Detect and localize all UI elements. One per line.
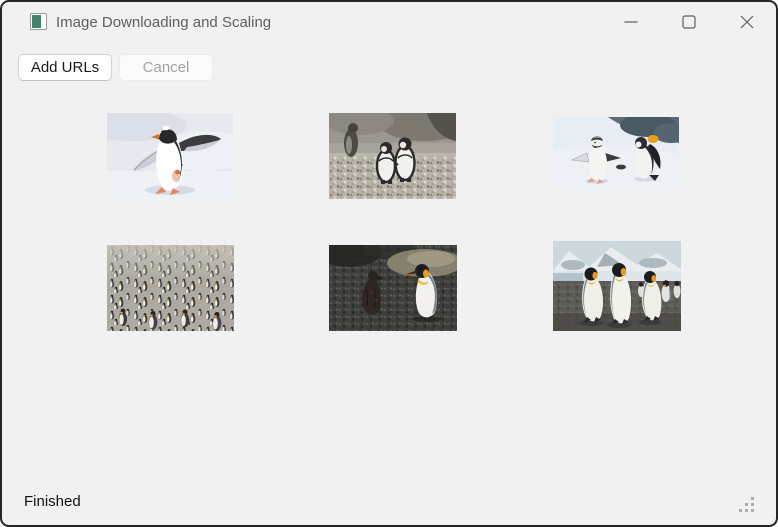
penguin-colony-illustration bbox=[107, 245, 234, 331]
status-text: Finished bbox=[24, 493, 81, 510]
resize-grip-icon bbox=[739, 497, 755, 513]
maximize-icon bbox=[682, 15, 696, 29]
image-thumbnail-gentoo bbox=[107, 113, 233, 199]
image-thumbnail-penguin-colony bbox=[107, 245, 234, 331]
minimize-icon bbox=[624, 15, 638, 29]
gentoo-penguin-illustration bbox=[107, 113, 233, 199]
close-button[interactable] bbox=[718, 2, 776, 42]
image-thumbnail-penguin-and-chick bbox=[329, 245, 457, 331]
minimize-button[interactable] bbox=[602, 2, 660, 42]
image-thumbnail-chinstrap-penguins bbox=[553, 117, 679, 190]
app-icon bbox=[30, 13, 47, 30]
add-urls-button[interactable]: Add URLs bbox=[18, 54, 112, 81]
resize-grip[interactable] bbox=[739, 497, 755, 513]
maximize-button[interactable] bbox=[660, 2, 718, 42]
cancel-button[interactable]: Cancel bbox=[119, 54, 213, 81]
african-penguins-illustration bbox=[329, 113, 456, 199]
window-title: Image Downloading and Scaling bbox=[56, 2, 271, 42]
penguins-on-beach-illustration bbox=[553, 241, 681, 331]
close-icon bbox=[740, 15, 754, 29]
window-controls bbox=[602, 2, 776, 42]
chinstrap-penguins-illustration bbox=[553, 117, 679, 190]
image-thumbnail-penguins-on-beach bbox=[553, 241, 681, 331]
app-window: Image Downloading and Scaling Add URLs bbox=[0, 0, 778, 527]
titlebar[interactable]: Image Downloading and Scaling bbox=[2, 2, 776, 42]
image-thumbnail-african-penguins bbox=[329, 113, 456, 199]
penguin-and-chick-illustration bbox=[329, 245, 457, 331]
